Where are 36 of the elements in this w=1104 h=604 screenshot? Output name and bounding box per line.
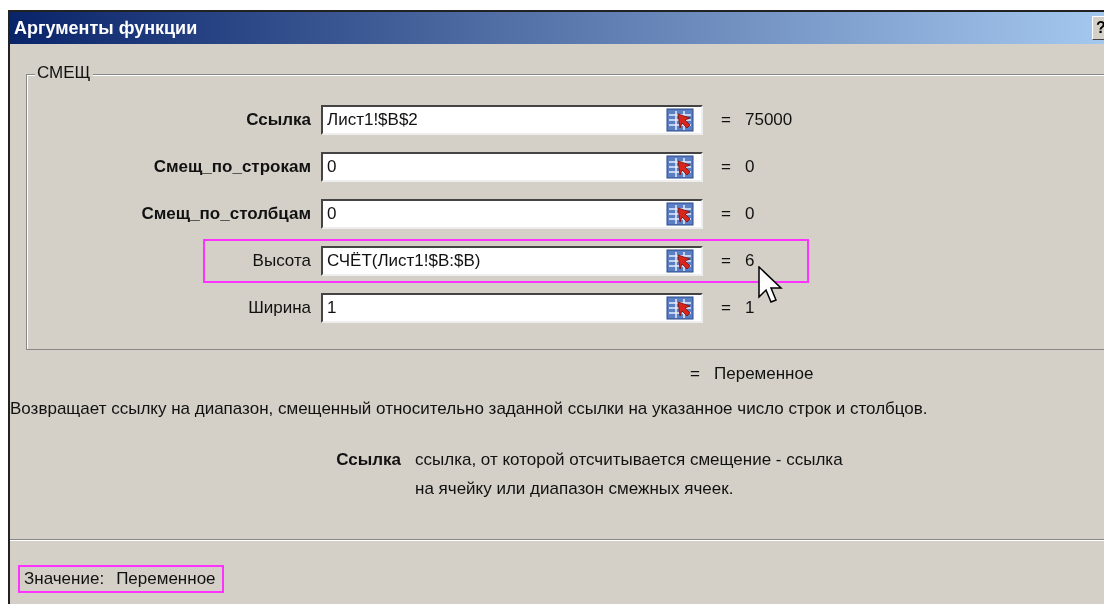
equals-sign: =: [721, 110, 732, 130]
input-field[interactable]: 0: [321, 152, 703, 182]
equals-sign: =: [721, 298, 732, 318]
argument-label: Смещ_по_строкам: [152, 157, 312, 177]
argument-label: Ссылка: [245, 110, 312, 130]
argument-result: 1: [745, 298, 755, 318]
argument-label: Смещ_по_столбцам: [140, 204, 312, 224]
argument-result: 6: [745, 251, 755, 271]
argument-name: Ссылка: [335, 449, 402, 471]
input-field[interactable]: 0: [321, 199, 703, 229]
argument-result: 75000: [745, 110, 793, 130]
equals-sign: =: [721, 251, 732, 271]
value-text: Переменное: [116, 569, 216, 589]
argument-description: ссылка, от которой отсчитывается смещение - ссылка на ячейку или диапазон смежных ячеек.: [415, 449, 844, 500]
argument-label: Высота: [251, 251, 312, 271]
equals-sign: =: [690, 364, 701, 384]
range-picker-button[interactable]: [665, 201, 695, 227]
input-field[interactable]: Лист1!$B$2: [321, 105, 703, 135]
argument-result: 0: [745, 204, 755, 224]
group-title: СМЕЩ: [35, 63, 93, 83]
equals-sign: =: [721, 204, 732, 224]
argument-label: Ширина: [247, 298, 312, 318]
range-picker-button[interactable]: [665, 107, 695, 133]
input-field[interactable]: СЧЁТ(Лист1!$B:$B): [321, 246, 703, 276]
function-description: Возвращает ссылку на диапазон, смещенный относительно заданной ссылки на указанное число строк и столбцов.: [10, 398, 929, 420]
input-field[interactable]: 1: [321, 293, 703, 323]
range-picker-button[interactable]: [665, 154, 695, 180]
range-picker-button[interactable]: [665, 295, 695, 321]
help-button[interactable]: ?: [1092, 16, 1104, 40]
value-label: Значение:: [24, 569, 105, 589]
formula-result: Переменное: [714, 364, 814, 384]
mouse-pointer-icon: [758, 266, 784, 304]
range-picker-button[interactable]: [665, 248, 695, 274]
argument-result: 0: [745, 157, 755, 177]
equals-sign: =: [721, 157, 732, 177]
window-title: Аргументы функции: [14, 17, 198, 39]
